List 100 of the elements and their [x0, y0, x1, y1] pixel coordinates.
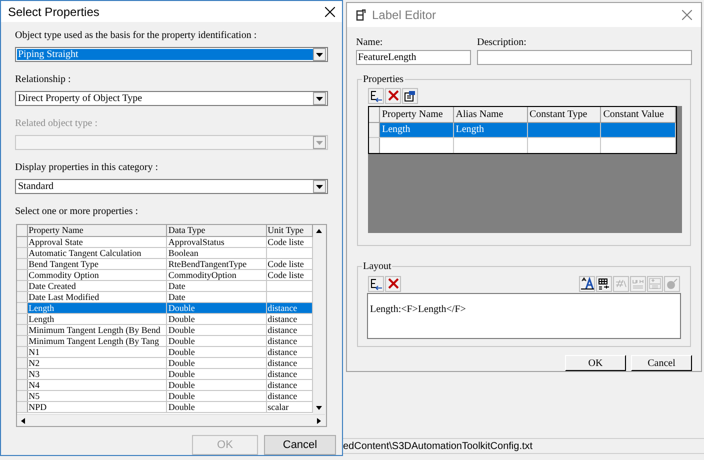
dropdown-button[interactable]	[313, 180, 326, 193]
close-icon[interactable]	[325, 6, 335, 16]
grid-cell: Double	[168, 358, 195, 368]
row-header[interactable]	[17, 281, 28, 291]
grid-row[interactable]: N1 Double distance	[17, 347, 313, 358]
grid-row[interactable]: NPD Double scalar	[17, 402, 313, 413]
grid-cell: Boolean	[168, 248, 198, 258]
column-header[interactable]: Property Name	[380, 106, 454, 122]
row-header[interactable]	[17, 259, 28, 269]
grid-cell: Commodity Option	[28, 270, 99, 280]
table-cell: Length	[456, 124, 484, 136]
row-header[interactable]	[17, 347, 28, 357]
field-label: Relationship :	[15, 74, 72, 85]
delete-icon[interactable]	[385, 276, 401, 292]
grid-cell: N1	[28, 347, 40, 357]
app-icon	[356, 8, 366, 21]
row-header[interactable]	[17, 303, 28, 313]
row-header[interactable]	[17, 314, 28, 324]
layout-text-area[interactable]: Length:<F>Length</F>	[367, 292, 681, 339]
grid-row[interactable]: Length Double distance	[17, 303, 313, 314]
grid-row[interactable]: Length Double distance	[17, 314, 313, 325]
grid-cell: Code liste	[268, 270, 304, 280]
delete-icon[interactable]	[385, 88, 401, 104]
row-header[interactable]	[17, 248, 28, 258]
row-header[interactable]	[17, 237, 28, 247]
grid-cell: Date	[168, 292, 186, 302]
grid-cell: N4	[28, 380, 40, 390]
row-header[interactable]	[17, 391, 28, 401]
dropdown-button[interactable]	[313, 92, 326, 105]
grid-row[interactable]: Minimum Tangent Length (By Tang Double distance	[17, 336, 313, 347]
dialog-button[interactable]: OK	[565, 355, 626, 371]
row-header[interactable]	[17, 270, 28, 280]
grid-cell: Automatic Tangent Calculation	[28, 248, 142, 258]
grid-cell: Bend Tangent Type	[28, 259, 99, 269]
table-row[interactable]: Length Length	[369, 122, 676, 138]
grid-cell: Date Created	[28, 281, 76, 291]
grid-row[interactable]: Date Last Modified Date	[17, 292, 313, 303]
grid-cell: Double	[168, 325, 195, 335]
dropdown-field[interactable]: Standard	[15, 179, 328, 194]
row-header[interactable]	[369, 122, 380, 137]
row-header[interactable]	[17, 292, 28, 302]
grid-row[interactable]: N3 Double distance	[17, 369, 313, 380]
dropdown-value: Standard	[17, 181, 55, 192]
grid-cell: distance	[268, 325, 298, 335]
grid-label: Select one or more properties :	[15, 206, 140, 217]
grid-row[interactable]: Bend Tangent Type RteBendTangentType Code liste	[17, 259, 313, 270]
grid-cell: ApprovalStatus	[168, 237, 224, 247]
dialog-button[interactable]: Cancel	[264, 435, 336, 455]
row-header[interactable]	[17, 325, 28, 335]
row-header[interactable]	[17, 336, 28, 346]
properties-icon[interactable]	[402, 88, 418, 104]
grid-cell: distance	[268, 391, 298, 401]
grid-row[interactable]: Approval State ApprovalStatus Code liste	[17, 237, 313, 248]
row-header[interactable]	[17, 369, 28, 379]
grid-row[interactable]: Commodity Option CommodityOption Code liste	[17, 270, 313, 281]
field-label: Description:	[477, 36, 528, 48]
grid-cell: NPD	[28, 402, 47, 412]
dialog-button[interactable]: Cancel	[631, 355, 692, 371]
caret-icon	[316, 52, 323, 56]
dropdown-field[interactable]: Direct Property of Object Type	[15, 91, 328, 106]
font-icon[interactable]	[579, 276, 595, 292]
grid-row[interactable]: N5 Double distance	[17, 391, 313, 402]
grid-cell: Double	[168, 303, 195, 313]
window-title: Label Editor	[372, 6, 438, 24]
row-header[interactable]	[17, 380, 28, 390]
dropdown-field[interactable]: Piping Straight	[15, 47, 328, 62]
row-header[interactable]	[17, 358, 28, 368]
grid-cell: distance	[268, 303, 298, 313]
insert-icon[interactable]	[368, 88, 384, 104]
grid-row[interactable]: Minimum Tangent Length (By Bend Double distance	[17, 325, 313, 336]
field-label: Related object type :	[15, 118, 98, 129]
row-header[interactable]	[369, 138, 380, 153]
column-header[interactable]: Constant Type	[528, 106, 602, 122]
name-field[interactable]: FeatureLength	[356, 50, 471, 65]
window-title: Select Properties	[8, 4, 100, 20]
grid-row[interactable]: Date Created Date	[17, 281, 313, 292]
grid-cell: N3	[28, 369, 40, 379]
field-label: Name:	[356, 36, 384, 48]
table-icon[interactable]	[596, 276, 612, 292]
grid-cell: Double	[168, 314, 195, 324]
grid-row[interactable]: Automatic Tangent Calculation Boolean	[17, 248, 313, 259]
row-header[interactable]	[17, 402, 28, 412]
grid-cell: Approval State	[28, 237, 83, 247]
grid-cell: Double	[168, 402, 195, 412]
column-header[interactable]: Constant Value	[601, 106, 676, 122]
grid-cell: Length	[28, 314, 54, 324]
insert-icon[interactable]	[368, 276, 384, 292]
grid-cell: distance	[268, 380, 298, 390]
dropdown-button[interactable]	[313, 48, 326, 61]
grid-cell: Code liste	[268, 259, 304, 269]
column-header[interactable]: Data Type	[167, 225, 267, 236]
grid-cell: N5	[28, 391, 40, 401]
column-header[interactable]: Alias Name	[454, 106, 528, 122]
column-header[interactable]: Property Name	[28, 225, 168, 236]
grid-cell: RteBendTangentType	[168, 259, 247, 269]
grid-cell: Minimum Tangent Length (By Tang	[28, 336, 160, 346]
field-label: Display properties in this category :	[15, 162, 160, 173]
caret-icon	[316, 140, 323, 144]
grid-row[interactable]: N2 Double distance	[17, 358, 313, 369]
grid-row[interactable]: N4 Double distance	[17, 380, 313, 391]
